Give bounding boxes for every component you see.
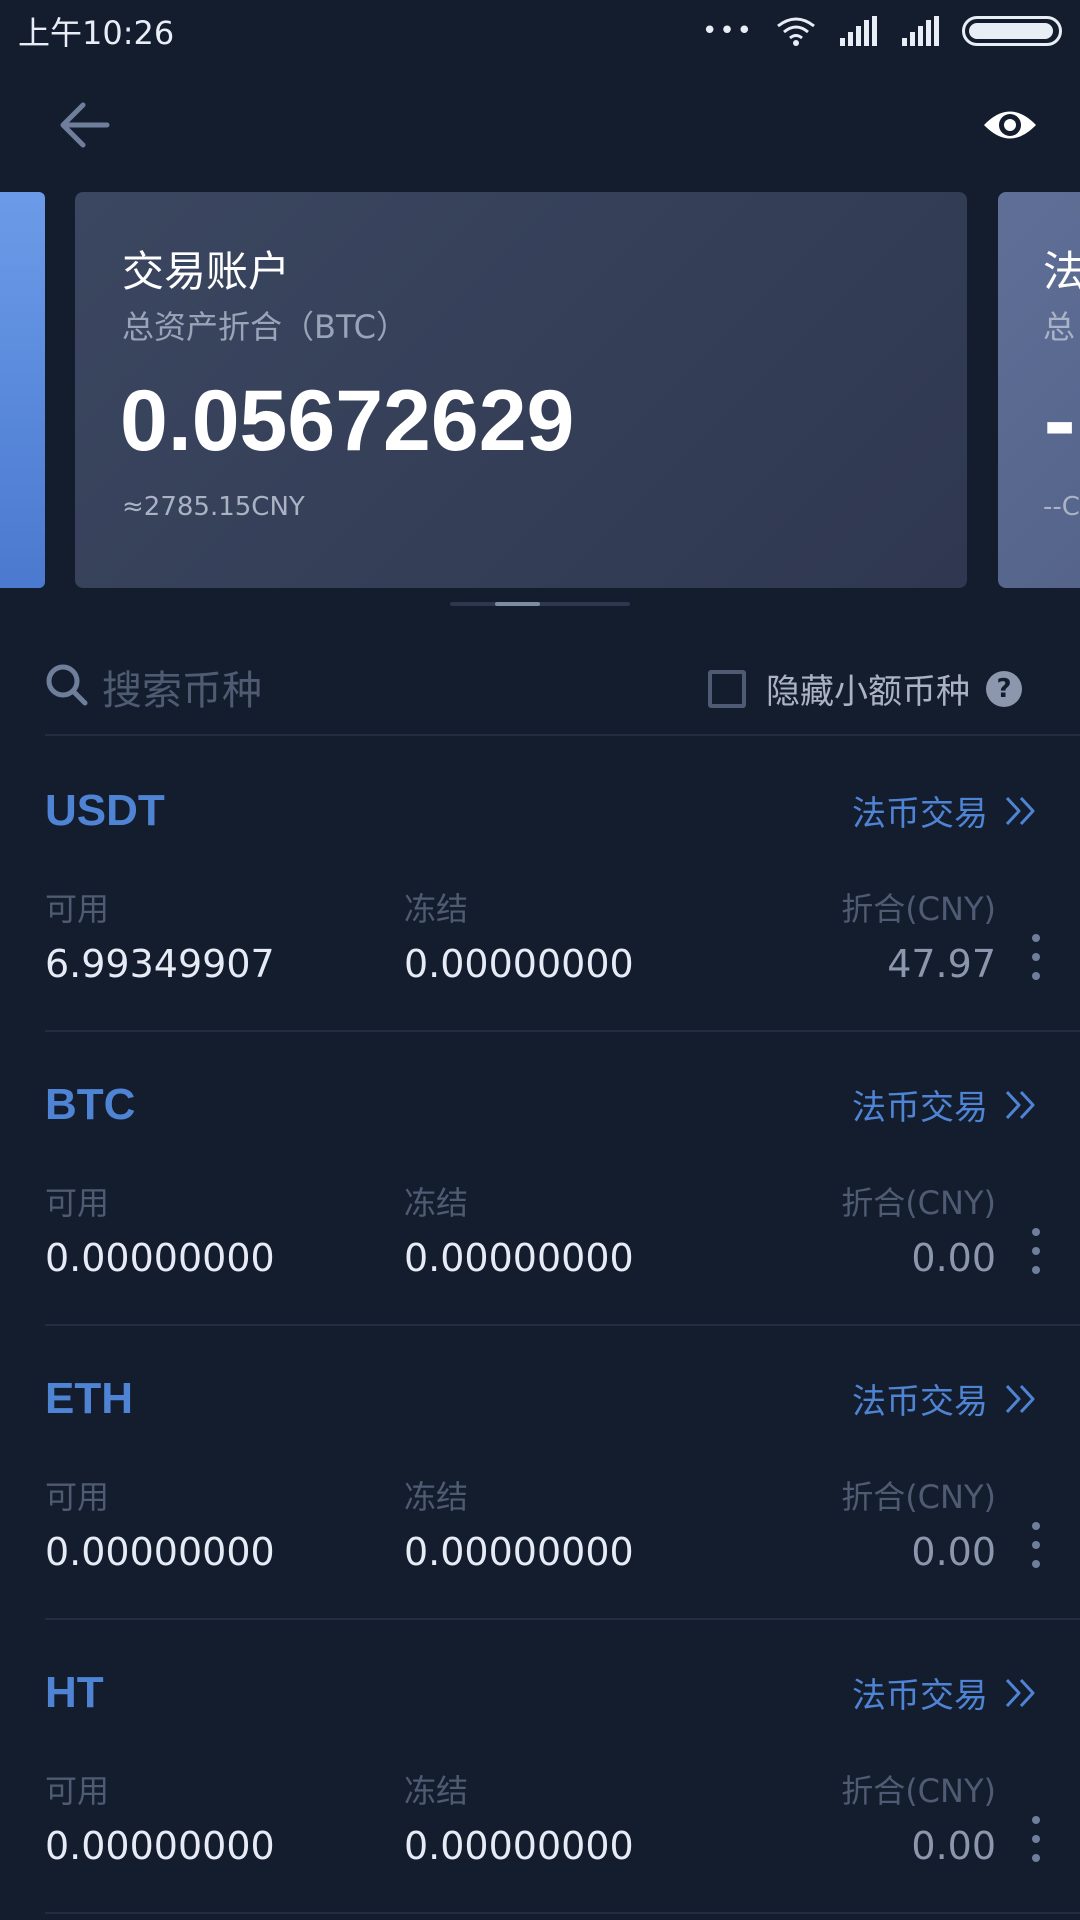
available-value: 0.00000000 [45, 1236, 275, 1280]
fiat-trade-label: 法币交易 [852, 1382, 988, 1422]
signal-icon-2 [902, 16, 939, 46]
frozen-label: 冻结 [404, 890, 469, 928]
wifi-icon [777, 17, 815, 46]
frozen-label: 冻结 [404, 1478, 469, 1516]
available-value: 6.99349907 [45, 942, 275, 986]
search-input[interactable] [100, 660, 604, 722]
battery-icon [962, 16, 1062, 46]
fiat-trade-label: 法币交易 [852, 1676, 988, 1716]
search-row: 隐藏小额币种 ? [0, 652, 1080, 732]
frozen-value: 0.00000000 [404, 1236, 634, 1280]
hide-small-label: 隐藏小额币种 [766, 672, 970, 712]
status-time: 上午10:26 [18, 14, 175, 52]
frozen-value: 0.00000000 [404, 1824, 634, 1868]
asset-name: BTC [45, 1080, 136, 1129]
fiat-trade-link[interactable]: 法币交易 [852, 1668, 1038, 1717]
frozen-value: 0.00000000 [404, 1530, 634, 1574]
account-card-previous[interactable] [0, 192, 45, 588]
fiat-trade-link[interactable]: 法币交易 [852, 786, 1038, 835]
account-carousel[interactable]: 交易账户 总资产折合（BTC） 0.05672629 ≈2785.15CNY 法… [0, 192, 1080, 588]
available-label: 可用 [45, 1184, 110, 1222]
frozen-label: 冻结 [404, 1184, 469, 1222]
toggle-visibility-button[interactable] [980, 100, 1040, 150]
peek-card-title: 法 [1043, 247, 1080, 296]
more-vertical-icon[interactable] [1030, 1814, 1042, 1864]
available-value: 0.00000000 [45, 1824, 275, 1868]
account-card-next[interactable]: 法 总 - --C [998, 192, 1080, 588]
valuation-value: 47.97 [887, 942, 996, 986]
asset-row-eth[interactable]: ETH 法币交易 可用 冻结 折合(CNY) 0.00000000 0.0000… [0, 1324, 1080, 1620]
asset-row-ht[interactable]: HT 法币交易 可用 冻结 折合(CNY) 0.00000000 0.00000… [0, 1618, 1080, 1914]
available-value: 0.00000000 [45, 1530, 275, 1574]
double-chevron-right-icon [1005, 1678, 1035, 1707]
more-vertical-icon[interactable] [1030, 1520, 1042, 1570]
card-approx-cny: ≈2785.15CNY [122, 492, 305, 522]
eye-icon [984, 111, 1036, 139]
back-button[interactable] [55, 100, 115, 150]
peek-card-value: - [1043, 377, 1077, 470]
top-bar [0, 80, 1080, 170]
valuation-label: 折合(CNY) [841, 890, 996, 928]
status-icons: ••• [702, 16, 1062, 46]
fiat-trade-label: 法币交易 [852, 794, 988, 834]
valuation-value: 0.00 [911, 1530, 996, 1574]
valuation-value: 0.00 [911, 1236, 996, 1280]
double-chevron-right-icon [1005, 1090, 1035, 1119]
hide-small-checkbox[interactable] [708, 669, 746, 708]
help-icon[interactable]: ? [986, 670, 1022, 707]
peek-card-subtitle: 总 [1043, 308, 1076, 346]
asset-row-btc[interactable]: BTC 法币交易 可用 冻结 折合(CNY) 0.00000000 0.0000… [0, 1030, 1080, 1326]
carousel-pager [450, 602, 630, 606]
valuation-label: 折合(CNY) [841, 1184, 996, 1222]
arrow-left-icon [60, 102, 110, 148]
fiat-trade-link[interactable]: 法币交易 [852, 1080, 1038, 1129]
asset-name: USDT [45, 786, 165, 835]
peek-card-approx: --C [1043, 492, 1080, 522]
valuation-label: 折合(CNY) [841, 1478, 996, 1516]
frozen-label: 冻结 [404, 1772, 469, 1810]
search-icon [46, 664, 88, 706]
frozen-value: 0.00000000 [404, 942, 634, 986]
pager-active-indicator [495, 602, 540, 606]
more-vertical-icon[interactable] [1030, 932, 1042, 982]
valuation-value: 0.00 [911, 1824, 996, 1868]
more-dots-icon: ••• [701, 16, 754, 46]
divider [45, 1912, 1080, 1914]
fiat-trade-label: 法币交易 [852, 1088, 988, 1128]
available-label: 可用 [45, 1478, 110, 1516]
fiat-trade-link[interactable]: 法币交易 [852, 1374, 1038, 1423]
card-subtitle: 总资产折合（BTC） [122, 308, 408, 346]
available-label: 可用 [45, 1772, 110, 1810]
card-title: 交易账户 [122, 247, 291, 296]
hide-small-toggle[interactable]: 隐藏小额币种 ? [708, 664, 1022, 713]
card-total-value: 0.05672629 [120, 373, 575, 469]
status-bar: 上午10:26 ••• [0, 0, 1080, 62]
valuation-label: 折合(CNY) [841, 1772, 996, 1810]
double-chevron-right-icon [1005, 1384, 1035, 1413]
signal-icon [840, 16, 877, 46]
asset-name: ETH [45, 1374, 133, 1423]
more-vertical-icon[interactable] [1030, 1226, 1042, 1276]
double-chevron-right-icon [1005, 796, 1035, 825]
asset-row-usdt[interactable]: USDT 法币交易 可用 冻结 折合(CNY) 6.99349907 0.000… [0, 736, 1080, 1032]
available-label: 可用 [45, 890, 110, 928]
asset-name: HT [45, 1668, 104, 1717]
account-card-trading[interactable]: 交易账户 总资产折合（BTC） 0.05672629 ≈2785.15CNY [75, 192, 967, 588]
